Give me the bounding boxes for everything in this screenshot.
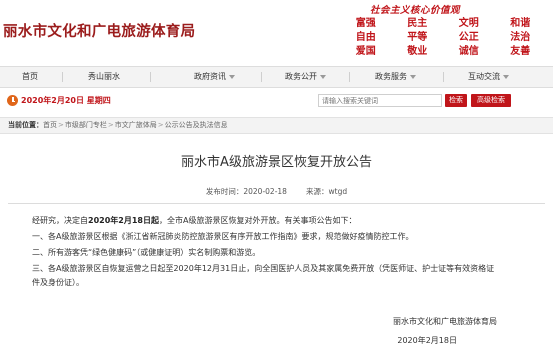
breadcrumb-label: 当前位置：: [8, 121, 43, 129]
core-value: 诚信: [458, 46, 479, 57]
core-value: 富强: [355, 18, 376, 29]
nav-item-gov-affairs-open[interactable]: 政务公开: [285, 67, 326, 87]
core-value: 文明: [458, 18, 479, 29]
publish-date: 2020-02-18: [243, 187, 287, 196]
breadcrumb-link[interactable]: 公示公告及执法信息: [165, 121, 228, 129]
nav-item-gov-news[interactable]: 政府资讯: [194, 67, 235, 87]
search-button[interactable]: 检索: [445, 94, 467, 107]
core-value: 友善: [510, 46, 531, 57]
nav-divider: [261, 72, 262, 82]
search-input[interactable]: [318, 94, 442, 107]
clock-icon: [7, 95, 18, 106]
nav-divider: [349, 72, 350, 82]
nav-item-interaction[interactable]: 互动交流: [468, 67, 509, 87]
nav-item-home[interactable]: 首页: [22, 67, 38, 87]
current-date: 2020年2月20日 星期四: [21, 96, 111, 105]
core-value: 自由: [355, 32, 376, 43]
nav-divider: [150, 72, 151, 82]
chevron-down-icon: [410, 74, 416, 79]
nav-divider: [62, 72, 63, 82]
breadcrumb-link[interactable]: 市文广旅体局: [115, 121, 157, 129]
site-title[interactable]: 丽水市文化和广电旅游体育局: [3, 20, 195, 41]
core-value: 敬业: [407, 46, 428, 57]
source: wtgd: [328, 187, 348, 196]
breadcrumb-separator: >: [58, 121, 64, 129]
article-item: 三、各A级旅游景区自恢复运营之日起至2020年12月31日止，向全国医护人员及其…: [32, 264, 495, 287]
core-value: 公正: [458, 32, 479, 43]
breadcrumb-separator: >: [157, 121, 164, 129]
core-values-slogan: 社会主义核心价值观: [370, 5, 461, 16]
signature: 丽水市文化和广电旅游体育局: [393, 317, 497, 326]
breadcrumb-separator: >: [107, 121, 114, 129]
article-title: 丽水市A级旅游景区恢复开放公告: [181, 155, 372, 170]
article-item: 二、所有游客凭“绿色健康码”（或健康证明）实名制购票和游览。: [32, 248, 261, 257]
source-label: 来源：: [306, 187, 329, 196]
effective-date: 2020年2月18日起: [88, 216, 159, 225]
chevron-down-icon: [503, 74, 509, 79]
core-value: 和谐: [510, 18, 531, 29]
core-value: 法治: [510, 32, 531, 43]
divider: [8, 203, 545, 204]
advanced-search-button[interactable]: 高级检索: [471, 94, 511, 107]
core-value: 爱国: [355, 46, 376, 57]
article-intro: 经研究，决定自2020年2月18日起，全市A级旅游景区恢复对外开放。有关事项公告…: [32, 216, 357, 225]
main-nav: 首页 秀山丽水 政府资讯 政务公开 政务服务 互动交流: [0, 66, 553, 88]
chevron-down-icon: [320, 74, 326, 79]
nav-item-gov-services[interactable]: 政务服务: [375, 67, 416, 87]
nav-item-xiushan-lishui[interactable]: 秀山丽水: [88, 67, 120, 87]
article-meta: 发布时间：2020-02-18 来源：wtgd: [0, 186, 553, 197]
signature-date: 2020年2月18日: [397, 336, 457, 345]
chevron-down-icon: [229, 74, 235, 79]
core-value: 民主: [407, 18, 428, 29]
publish-date-label: 发布时间：: [205, 187, 244, 196]
breadcrumb-link[interactable]: 市级部门专栏: [65, 121, 107, 129]
toolbar-row: 2020年2月20日 星期四 检索 高级检索: [0, 91, 553, 111]
core-value: 平等: [407, 32, 428, 43]
breadcrumb-link[interactable]: 首页: [43, 121, 57, 129]
breadcrumb: 当前位置：首页>市级部门专栏>市文广旅体局>公示公告及执法信息: [0, 117, 553, 134]
site-header: 丽水市文化和广电旅游体育局 社会主义核心价值观 富强 民主 文明 和谐 自由 平…: [0, 0, 553, 62]
article-item: 一、各A级旅游景区根据《浙江省新冠肺炎防控旅游景区有序开放工作指南》要求，规范做…: [32, 232, 414, 241]
core-values-grid: 富强 民主 文明 和谐 自由 平等 公正 法治 爱国 敬业 诚信 友善: [340, 17, 546, 59]
article-body: 经研究，决定自2020年2月18日起，全市A级旅游景区恢复对外开放。有关事项公告…: [12, 214, 502, 292]
nav-divider: [443, 72, 444, 82]
